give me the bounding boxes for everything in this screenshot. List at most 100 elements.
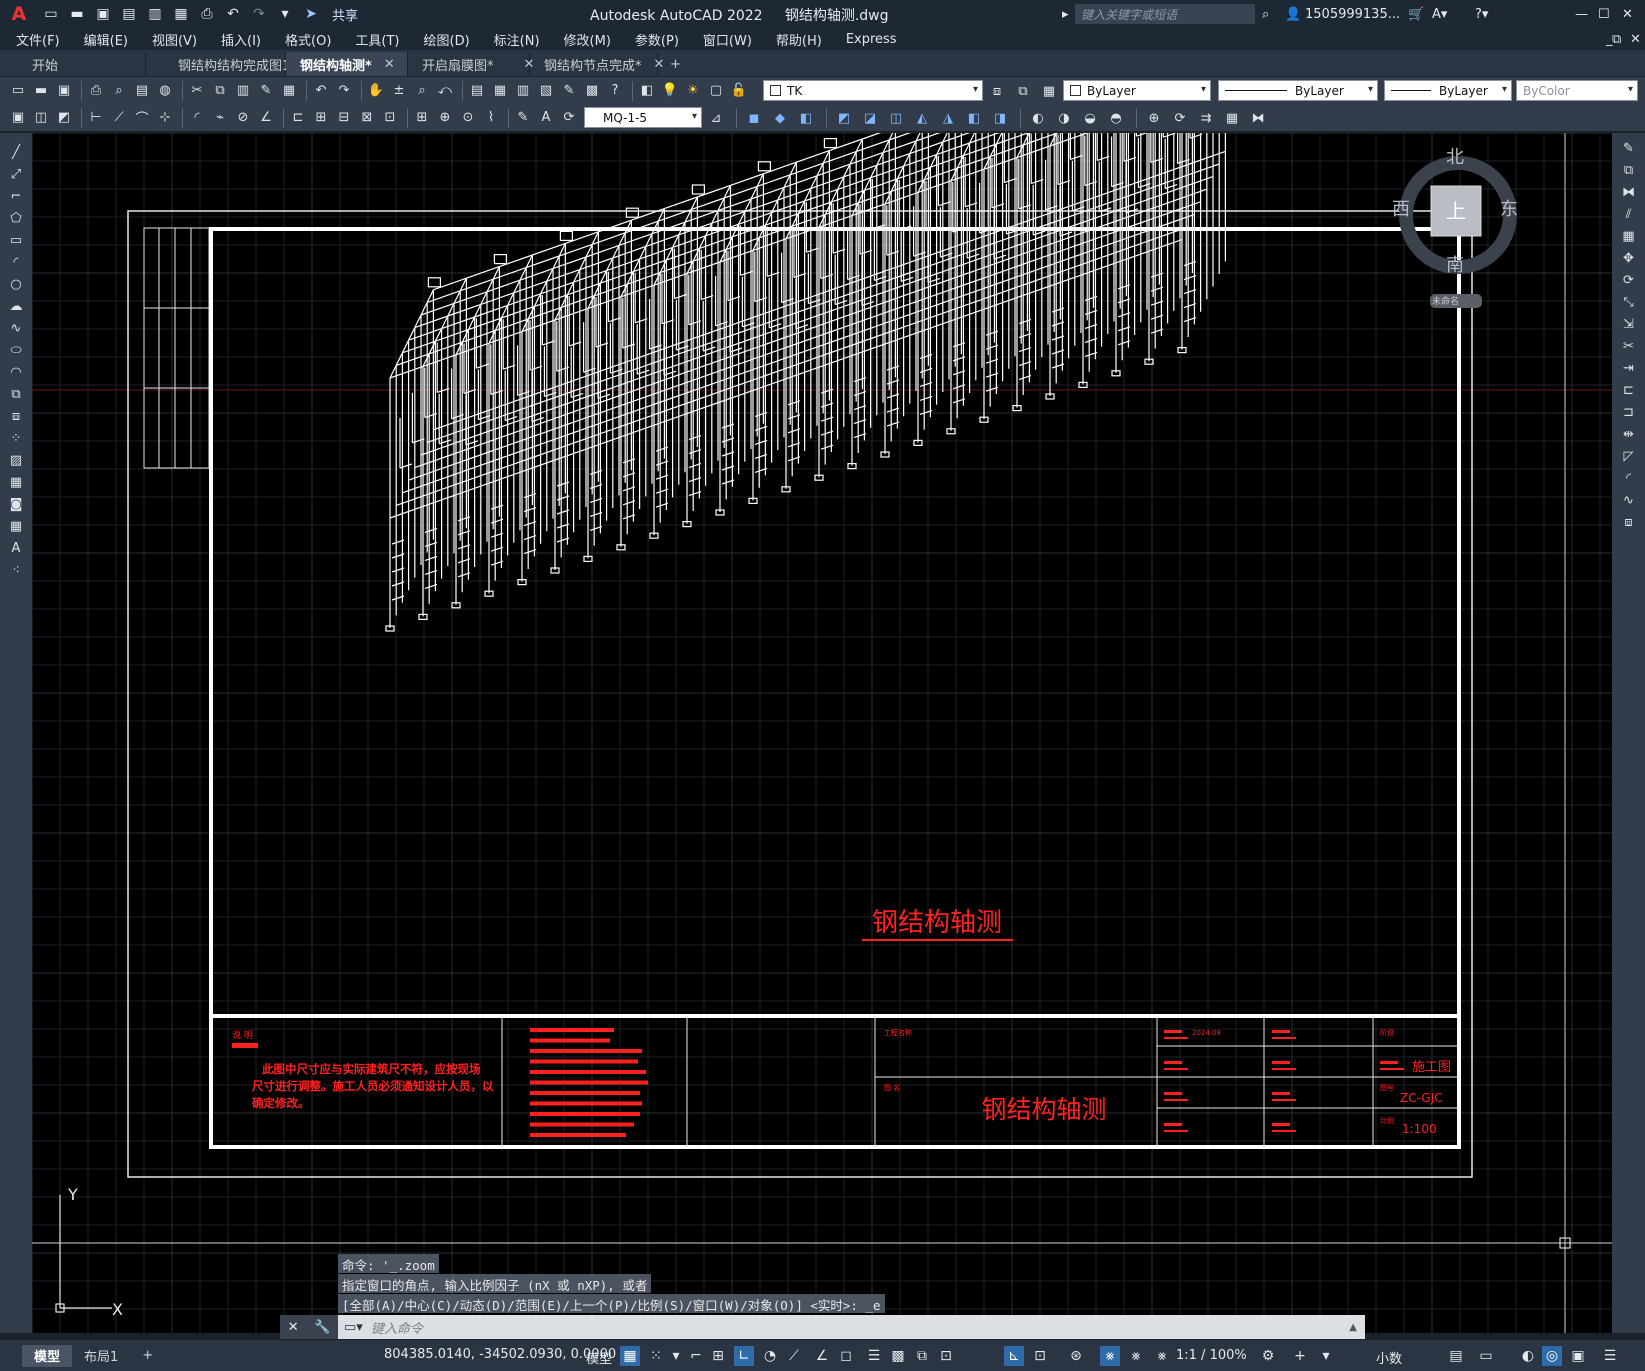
open-icon[interactable]: ▬ [31,81,51,101]
menu-file[interactable]: 文件(F) [16,30,60,49]
dim-style-icon[interactable]: ⊿ [706,108,726,128]
save-as-icon[interactable]: ▤ [120,5,138,23]
minimize-icon[interactable]: — [1575,4,1588,24]
command-line[interactable]: ✕ 🔧 ▭▾ 键入命令 ▲ [280,1315,1365,1339]
region-icon[interactable]: ◙ [2,493,30,515]
menu-window[interactable]: 窗口(W) [703,30,752,49]
ortho-icon[interactable]: ∟ [734,1346,754,1366]
ellipse-icon[interactable]: ⬭ [2,339,30,361]
layer-dropdown[interactable]: TK ▾ [763,80,983,101]
clean-screen-icon[interactable]: ▣ [1568,1346,1588,1366]
search-expand-icon[interactable]: ▸ [1062,4,1069,24]
inspect-icon[interactable]: ⊙ [458,108,478,128]
grid-icon[interactable]: ▦ [620,1346,640,1366]
user-icon[interactable]: 👤 [1285,4,1301,24]
make-current-icon[interactable]: ⧈ [987,81,1007,101]
help-icon[interactable]: ?▾ [1475,4,1488,24]
tab-node-complete[interactable]: 钢结构节点完成* ✕ [530,52,664,76]
3d-rotate-icon[interactable]: ⟳ [1170,108,1190,128]
add-selected-icon[interactable]: ⁖ [2,559,30,581]
3d-move-icon[interactable]: ⊕ [1144,108,1164,128]
clean-icon[interactable]: ◓ [1106,108,1126,128]
tab-fan-membrane[interactable]: 开启扇膜图* ✕ [408,52,534,76]
3d-array-icon[interactable]: ▦ [1222,108,1242,128]
share-label[interactable]: 共享 [332,5,358,24]
new-file-icon[interactable]: ▭ [42,5,60,23]
coordinates-readout[interactable]: 804385.0140, -34502.0930, 0.0000 [384,1347,616,1362]
shell-icon[interactable]: ◐ [1028,108,1048,128]
rotate-icon[interactable]: ⟳ [1615,269,1643,291]
sheet-set-icon[interactable]: ▧ [536,81,556,101]
gizmo-icon[interactable]: ⊛ [1066,1346,1086,1366]
save-icon[interactable]: ▣ [94,5,112,23]
stretch-icon[interactable]: ⇲ [1615,313,1643,335]
recent-commands-icon[interactable]: ▭▾ [344,1320,363,1335]
slice-icon[interactable]: ◭ [912,108,932,128]
block-editor-icon[interactable]: ▦ [279,81,299,101]
lock-ui-icon[interactable]: ▭ [1476,1346,1496,1366]
layer-vp-freeze-icon[interactable]: ▢ [706,81,726,101]
menu-express[interactable]: Express [846,32,897,47]
redo-icon[interactable]: ↷ [334,81,354,101]
open-folder-icon[interactable]: ▬ [68,5,86,23]
diameter-dim-icon[interactable]: ⊘ [233,108,253,128]
tool-palettes-icon[interactable]: ▥ [513,81,533,101]
properties-icon[interactable]: ▤ [467,81,487,101]
polygon-icon[interactable]: ⬠ [2,207,30,229]
scale-icon[interactable]: ⤡ [1615,291,1643,313]
plot-preview-icon[interactable]: ⌕ [109,81,129,101]
dim-space-icon[interactable]: ⊠ [357,108,377,128]
move-icon[interactable]: ✥ [1615,247,1643,269]
share-icon[interactable]: ➤ [302,5,320,23]
user-name[interactable]: 1505999135... [1305,4,1400,24]
command-history-toggle-icon[interactable]: ▲ [1349,1322,1357,1333]
dynamic-ucs-icon[interactable]: ⊾ [1004,1346,1024,1366]
layer-previous-icon[interactable]: ⧉ [1013,81,1033,101]
menu-parametric[interactable]: 参数(P) [635,30,679,49]
arc-length-icon[interactable]: ⌒ [132,108,152,128]
layer-lock-icon[interactable]: 🔓 [729,81,749,101]
cylinder-icon[interactable]: ◆ [770,108,790,128]
customize-command-icon[interactable]: 🔧 [314,1320,330,1335]
viewcube-top[interactable]: 上 [1446,195,1466,224]
paste-icon[interactable]: ▥ [233,81,253,101]
open-web-icon[interactable]: ▥ [146,5,164,23]
undo-icon[interactable]: ↶ [311,81,331,101]
tab-model[interactable]: 模型 [22,1344,73,1367]
dim-text-edit-icon[interactable]: A [536,108,556,128]
intersect-icon[interactable]: ◫ [886,108,906,128]
search-input[interactable]: 键入关键字或短语 [1075,4,1255,24]
separate-icon[interactable]: ◑ [1054,108,1074,128]
union-icon[interactable]: ◩ [834,108,854,128]
3d-print-icon[interactable]: ◍ [155,81,175,101]
tab-close-icon[interactable]: ✕ [384,57,395,72]
transparency-icon[interactable]: ▩ [888,1346,908,1366]
interfere-icon[interactable]: ◮ [938,108,958,128]
offset-icon[interactable]: ⫽ [1615,203,1643,225]
menu-draw[interactable]: 绘图(D) [424,30,470,49]
array-icon[interactable]: ▦ [1615,225,1643,247]
menu-modify[interactable]: 修改(M) [564,30,611,49]
dim-update-icon[interactable]: ⟳ [559,108,579,128]
break-point-icon[interactable]: ⊏ [1615,379,1643,401]
cart-icon[interactable]: 🛒 [1408,4,1424,24]
tolerance-icon[interactable]: ⊞ [412,108,432,128]
snap-menu-icon[interactable]: ▾ [666,1346,686,1366]
zoom-realtime-icon[interactable]: ± [389,81,409,101]
ordinate-dim-icon[interactable]: ⊹ [155,108,175,128]
search-icon[interactable]: ⌕ [1262,4,1269,24]
workspace-gear-icon[interactable]: ⚙ [1258,1346,1278,1366]
imprint-icon[interactable]: ◒ [1080,108,1100,128]
section-icon[interactable]: ◧ [964,108,984,128]
publish-icon[interactable]: ▤ [132,81,152,101]
add-layout-button[interactable]: + [130,1345,165,1367]
menu-insert[interactable]: 插入(I) [221,30,261,49]
isolate-objects-icon[interactable]: ◐ [1518,1346,1538,1366]
spline-icon[interactable]: ∿ [2,317,30,339]
zoom-previous-icon[interactable]: ⤺ [435,81,455,101]
menu-format[interactable]: 格式(O) [285,30,331,49]
units-menu-icon[interactable]: ▾ [1316,1346,1336,1366]
zoom-window-icon[interactable]: ⌕ [412,81,432,101]
angular-dim-icon[interactable]: ∠ [256,108,276,128]
annotation-scale-icon[interactable]: ⨳ [1152,1346,1172,1366]
